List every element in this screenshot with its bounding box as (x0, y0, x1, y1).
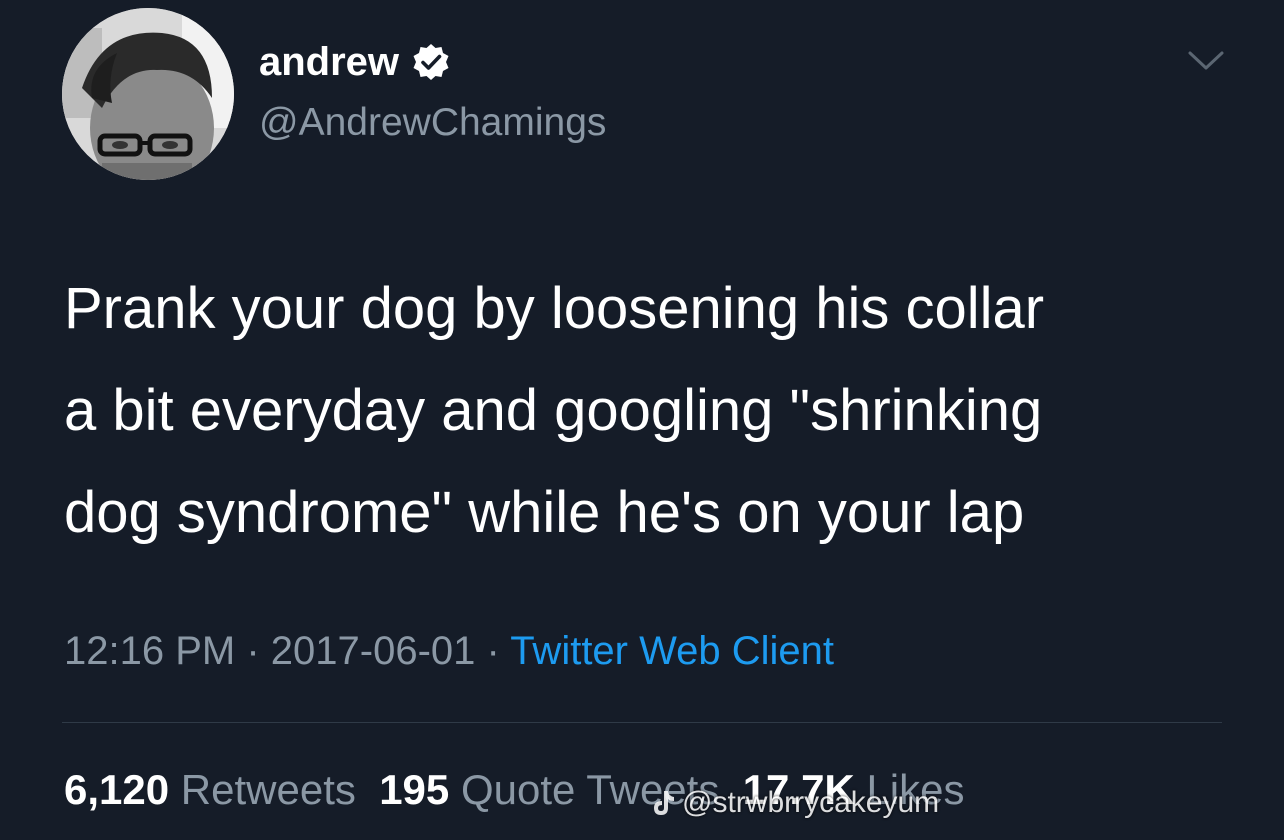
tweet-card: andrew @AndrewChamings Prank your dog by… (0, 0, 1284, 840)
meta-separator: · (235, 629, 271, 673)
tweet-date[interactable]: 2017-06-01 (271, 629, 476, 673)
tweet-text: Prank your dog by loosening his collar a… (64, 276, 1045, 545)
chevron-down-icon[interactable] (1186, 48, 1226, 74)
tweet-source-link[interactable]: Twitter Web Client (510, 629, 834, 673)
tiktok-icon (650, 789, 676, 817)
author-name-row: andrew (259, 38, 451, 86)
tweet-time[interactable]: 12:16 PM (64, 629, 235, 673)
quote-tweets-count: 195 (379, 766, 450, 813)
watermark: @strwbrrycakeyum (650, 786, 939, 820)
divider (62, 722, 1222, 723)
verified-badge-icon (411, 42, 451, 82)
retweets-count: 6,120 (64, 766, 170, 813)
tweet-meta: 12:16 PM · 2017-06-01 · Twitter Web Clie… (64, 626, 834, 676)
avatar-photo (62, 8, 234, 180)
avatar[interactable] (62, 8, 234, 180)
retweets-stat[interactable]: 6,120 Retweets (64, 766, 356, 813)
author-handle[interactable]: @AndrewChamings (259, 100, 606, 146)
retweets-label: Retweets (180, 766, 356, 813)
display-name[interactable]: andrew (259, 38, 399, 86)
meta-separator: · (475, 629, 511, 673)
watermark-text: @strwbrrycakeyum (682, 786, 940, 819)
